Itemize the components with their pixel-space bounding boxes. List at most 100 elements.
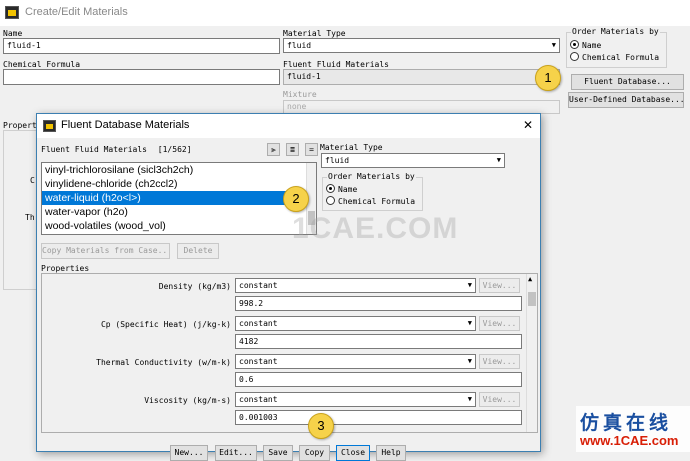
dialog-material-type-label: Material Type bbox=[320, 143, 383, 152]
fluent-fluid-materials-label: Fluent Fluid Materials bbox=[283, 60, 389, 69]
fluent-app-icon bbox=[43, 120, 56, 132]
mixture-value: none bbox=[287, 102, 307, 111]
help-button[interactable]: Help bbox=[376, 445, 406, 461]
name-field[interactable]: fluid-1 bbox=[3, 38, 280, 54]
save-button[interactable]: Save bbox=[263, 445, 293, 461]
list-item[interactable]: vinylidene-chloride (ch2ccl2) bbox=[42, 177, 316, 191]
dialog-material-type-dropdown[interactable]: fluid ▼ bbox=[321, 153, 505, 168]
order-option-name: Name bbox=[582, 41, 602, 50]
material-type-label: Material Type bbox=[283, 29, 346, 38]
list-item[interactable]: wood-volatiles (wood_vol) bbox=[42, 219, 316, 233]
cp-label: Cp (Specific Heat) (j/kg-k) bbox=[100, 320, 231, 329]
callout-3: 3 bbox=[308, 413, 334, 439]
thermal-conductivity-method-dropdown[interactable]: constant ▼ bbox=[235, 354, 476, 369]
density-method-dropdown[interactable]: constant ▼ bbox=[235, 278, 476, 293]
list-icon[interactable]: ≣ bbox=[286, 143, 299, 156]
radio-empty-icon bbox=[326, 196, 335, 205]
viscosity-method-dropdown[interactable]: constant ▼ bbox=[235, 392, 476, 407]
callout-1: 1 bbox=[535, 65, 561, 91]
dialog-list-label: Fluent Fluid Materials [1/562] bbox=[41, 145, 192, 154]
fluent-fluid-materials-dropdown[interactable]: fluid-1 bbox=[283, 69, 560, 85]
mixture-label: Mixture bbox=[283, 90, 317, 99]
dialog-material-type-value: fluid bbox=[325, 156, 350, 165]
dialog-order-option-name: Name bbox=[338, 185, 358, 194]
main-window-title: Create/Edit Materials bbox=[25, 6, 128, 18]
edit-button[interactable]: Edit... bbox=[215, 445, 257, 461]
brand-logo: 仿真在线 www.1CAE.com bbox=[576, 406, 690, 452]
chevron-down-icon: ▼ bbox=[496, 156, 501, 164]
material-type-value: fluid bbox=[287, 41, 312, 50]
copy-materials-from-case-button[interactable]: Copy Materials from Case... bbox=[41, 243, 170, 259]
callout-2: 2 bbox=[283, 186, 309, 212]
density-value-field[interactable]: 998.2 bbox=[235, 296, 522, 311]
fluent-fluid-materials-value: fluid-1 bbox=[287, 72, 321, 81]
order-by-name-radio[interactable]: Name bbox=[570, 40, 601, 50]
dialog-order-by-name-radio[interactable]: Name bbox=[326, 184, 357, 194]
main-prop-partial-2: Th bbox=[25, 213, 35, 222]
dialog-order-option-formula: Chemical Formula bbox=[338, 197, 416, 206]
cp-view-button[interactable]: View... bbox=[479, 316, 520, 331]
close-button[interactable]: Close bbox=[336, 445, 370, 461]
list-item-selected[interactable]: water-liquid (h2o<l>) bbox=[42, 191, 316, 205]
thermal-conductivity-view-button[interactable]: View... bbox=[479, 354, 520, 369]
list-item[interactable]: vinyl-trichlorosilane (sicl3ch2ch) bbox=[42, 163, 316, 177]
radio-selected-icon bbox=[570, 40, 579, 49]
list-item[interactable]: water-vapor (h2o) bbox=[42, 205, 316, 219]
fluent-database-button[interactable]: Fluent Database... bbox=[571, 74, 684, 90]
dialog-title-bar: Fluent Database Materials ✕ bbox=[37, 114, 540, 138]
watermark: 1CAE.COM bbox=[292, 212, 459, 245]
dialog-title: Fluent Database Materials bbox=[61, 119, 190, 131]
chevron-down-icon: ▼ bbox=[551, 41, 556, 49]
dialog-order-by-formula-radio[interactable]: Chemical Formula bbox=[326, 196, 415, 206]
fluent-database-dialog: Fluent Database Materials ✕ Fluent Fluid… bbox=[36, 113, 541, 461]
name-label: Name bbox=[3, 29, 23, 38]
properties-panel: Density (kg/m3) constant ▼ View... 998.2… bbox=[41, 273, 538, 433]
chemical-formula-label: Chemical Formula bbox=[3, 60, 81, 69]
thermal-conductivity-value-field[interactable]: 0.6 bbox=[235, 372, 522, 387]
cp-method-dropdown[interactable]: constant ▼ bbox=[235, 316, 476, 331]
chevron-down-icon: ▼ bbox=[467, 395, 472, 403]
fluent-app-icon bbox=[5, 6, 19, 19]
chevron-down-icon: ▼ bbox=[467, 281, 472, 289]
order-option-formula: Chemical Formula bbox=[582, 53, 660, 62]
density-view-button[interactable]: View... bbox=[479, 278, 520, 293]
dialog-order-label: Order Materials by bbox=[327, 172, 416, 181]
mixture-dropdown: none bbox=[283, 100, 560, 114]
chemical-formula-field[interactable] bbox=[3, 69, 280, 85]
deselect-all-icon[interactable]: = bbox=[305, 143, 318, 156]
chevron-down-icon: ▼ bbox=[467, 319, 472, 327]
materials-list[interactable]: vinyl-trichlorosilane (sicl3ch2ch) vinyl… bbox=[41, 162, 317, 235]
user-defined-database-button[interactable]: User-Defined Database... bbox=[568, 92, 684, 108]
radio-empty-icon bbox=[570, 52, 579, 61]
copy-button[interactable]: Copy bbox=[299, 445, 330, 461]
main-title-bar: Create/Edit Materials bbox=[0, 0, 690, 26]
viscosity-method: constant bbox=[239, 395, 278, 404]
material-type-dropdown[interactable]: fluid ▼ bbox=[283, 38, 560, 53]
thermal-conductivity-method: constant bbox=[239, 357, 278, 366]
chevron-down-icon: ▼ bbox=[467, 357, 472, 365]
close-icon[interactable]: ✕ bbox=[523, 118, 533, 132]
brand-chinese: 仿真在线 bbox=[580, 413, 673, 434]
dialog-properties-label: Properties bbox=[41, 264, 90, 273]
delete-button[interactable]: Delete bbox=[177, 243, 219, 259]
density-label: Density (kg/m3) bbox=[158, 282, 231, 291]
materials-count: [1/562] bbox=[157, 145, 192, 154]
density-method: constant bbox=[239, 281, 278, 290]
order-by-formula-radio[interactable]: Chemical Formula bbox=[570, 52, 659, 62]
main-prop-partial-1: C bbox=[30, 176, 35, 185]
viscosity-view-button[interactable]: View... bbox=[479, 392, 520, 407]
order-materials-group bbox=[566, 32, 667, 68]
select-all-icon[interactable]: ⫸ bbox=[267, 143, 280, 156]
radio-selected-icon bbox=[326, 184, 335, 193]
order-materials-label: Order Materials by bbox=[571, 27, 660, 36]
viscosity-value-field[interactable]: 0.001003 bbox=[235, 410, 522, 425]
cp-value-field[interactable]: 4182 bbox=[235, 334, 522, 349]
properties-scrollbar[interactable]: ▲ bbox=[526, 274, 537, 432]
fluent-fluid-materials-list-label: Fluent Fluid Materials bbox=[41, 145, 147, 154]
cp-method: constant bbox=[239, 319, 278, 328]
main-properties-label: Propert bbox=[3, 121, 37, 130]
brand-url: www.1CAE.com bbox=[580, 433, 679, 448]
new-button[interactable]: New... bbox=[170, 445, 208, 461]
thermal-conductivity-label: Thermal Conductivity (w/m-k) bbox=[96, 358, 231, 367]
viscosity-label: Viscosity (kg/m-s) bbox=[144, 396, 231, 405]
